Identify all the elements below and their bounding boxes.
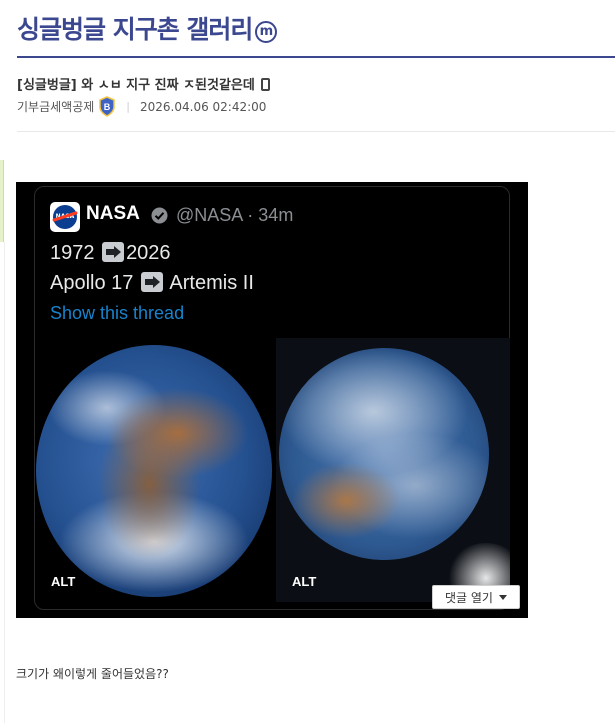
year-start: 1972 [50, 242, 95, 264]
earth-globe-2026 [279, 348, 489, 560]
minor-gallery-icon: m [255, 21, 278, 43]
earth-photo-1972 [36, 345, 272, 597]
open-comments-label: 댓글 열기 [445, 590, 493, 605]
side-marker [0, 160, 4, 242]
mission-start: Apollo 17 [50, 272, 134, 294]
post-title: [싱글벙글] 와 ㅅㅂ 지구 진짜 ㅈ된것같은데 [17, 74, 270, 93]
gallery-title-text[interactable]: 싱글벙글 지구촌 갤러리 [17, 15, 253, 44]
mission-end: Artemis II [169, 272, 254, 294]
tweet-account-name: NASA [86, 203, 140, 224]
post-image[interactable]: NASA NASA @NASA · 34m 1972 2026 Apollo 1… [16, 182, 528, 618]
earth-photo-2026 [276, 338, 510, 602]
meta-divider [17, 131, 615, 132]
verified-badge-icon [151, 207, 168, 224]
open-comments-button[interactable]: 댓글 열기 [432, 585, 520, 609]
side-line [4, 242, 5, 723]
show-thread-link: Show this thread [50, 303, 185, 323]
post-body-text: 크기가 왜이렇게 줄어들었음?? [16, 667, 169, 681]
tweet-line-missions: Apollo 17 Artemis II [50, 272, 254, 295]
right-arrow-icon [140, 272, 163, 292]
author-badge-letter: B [104, 102, 111, 112]
mobile-icon [260, 78, 270, 91]
caret-down-icon [498, 594, 507, 600]
post-title-text: [싱글벙글] 와 ㅅㅂ 지구 진짜 ㅈ된것같은데 [17, 78, 255, 93]
alt-badge-left: ALT [51, 574, 76, 589]
header-divider [17, 56, 615, 58]
right-arrow-icon [102, 242, 125, 262]
meta-separator: | [126, 100, 130, 113]
tweet-line-years: 1972 2026 [50, 242, 171, 265]
tweet-handle: @NASA · 34m [176, 205, 294, 225]
nasa-logo: NASA [50, 202, 80, 232]
post-date: 2026.04.06 02:42:00 [140, 99, 267, 114]
year-end: 2026 [126, 242, 171, 264]
alt-badge-right: ALT [292, 574, 317, 589]
gallery-header: 싱글벙글 지구촌 갤러리 m [0, 0, 615, 58]
gallery-title[interactable]: 싱글벙글 지구촌 갤러리 m [17, 10, 278, 46]
author-badge-icon: B [98, 96, 116, 117]
author-name[interactable]: 기부금세액공제 [17, 98, 94, 115]
post-meta: 기부금세액공제 B | 2026.04.06 02:42:00 [17, 96, 266, 117]
